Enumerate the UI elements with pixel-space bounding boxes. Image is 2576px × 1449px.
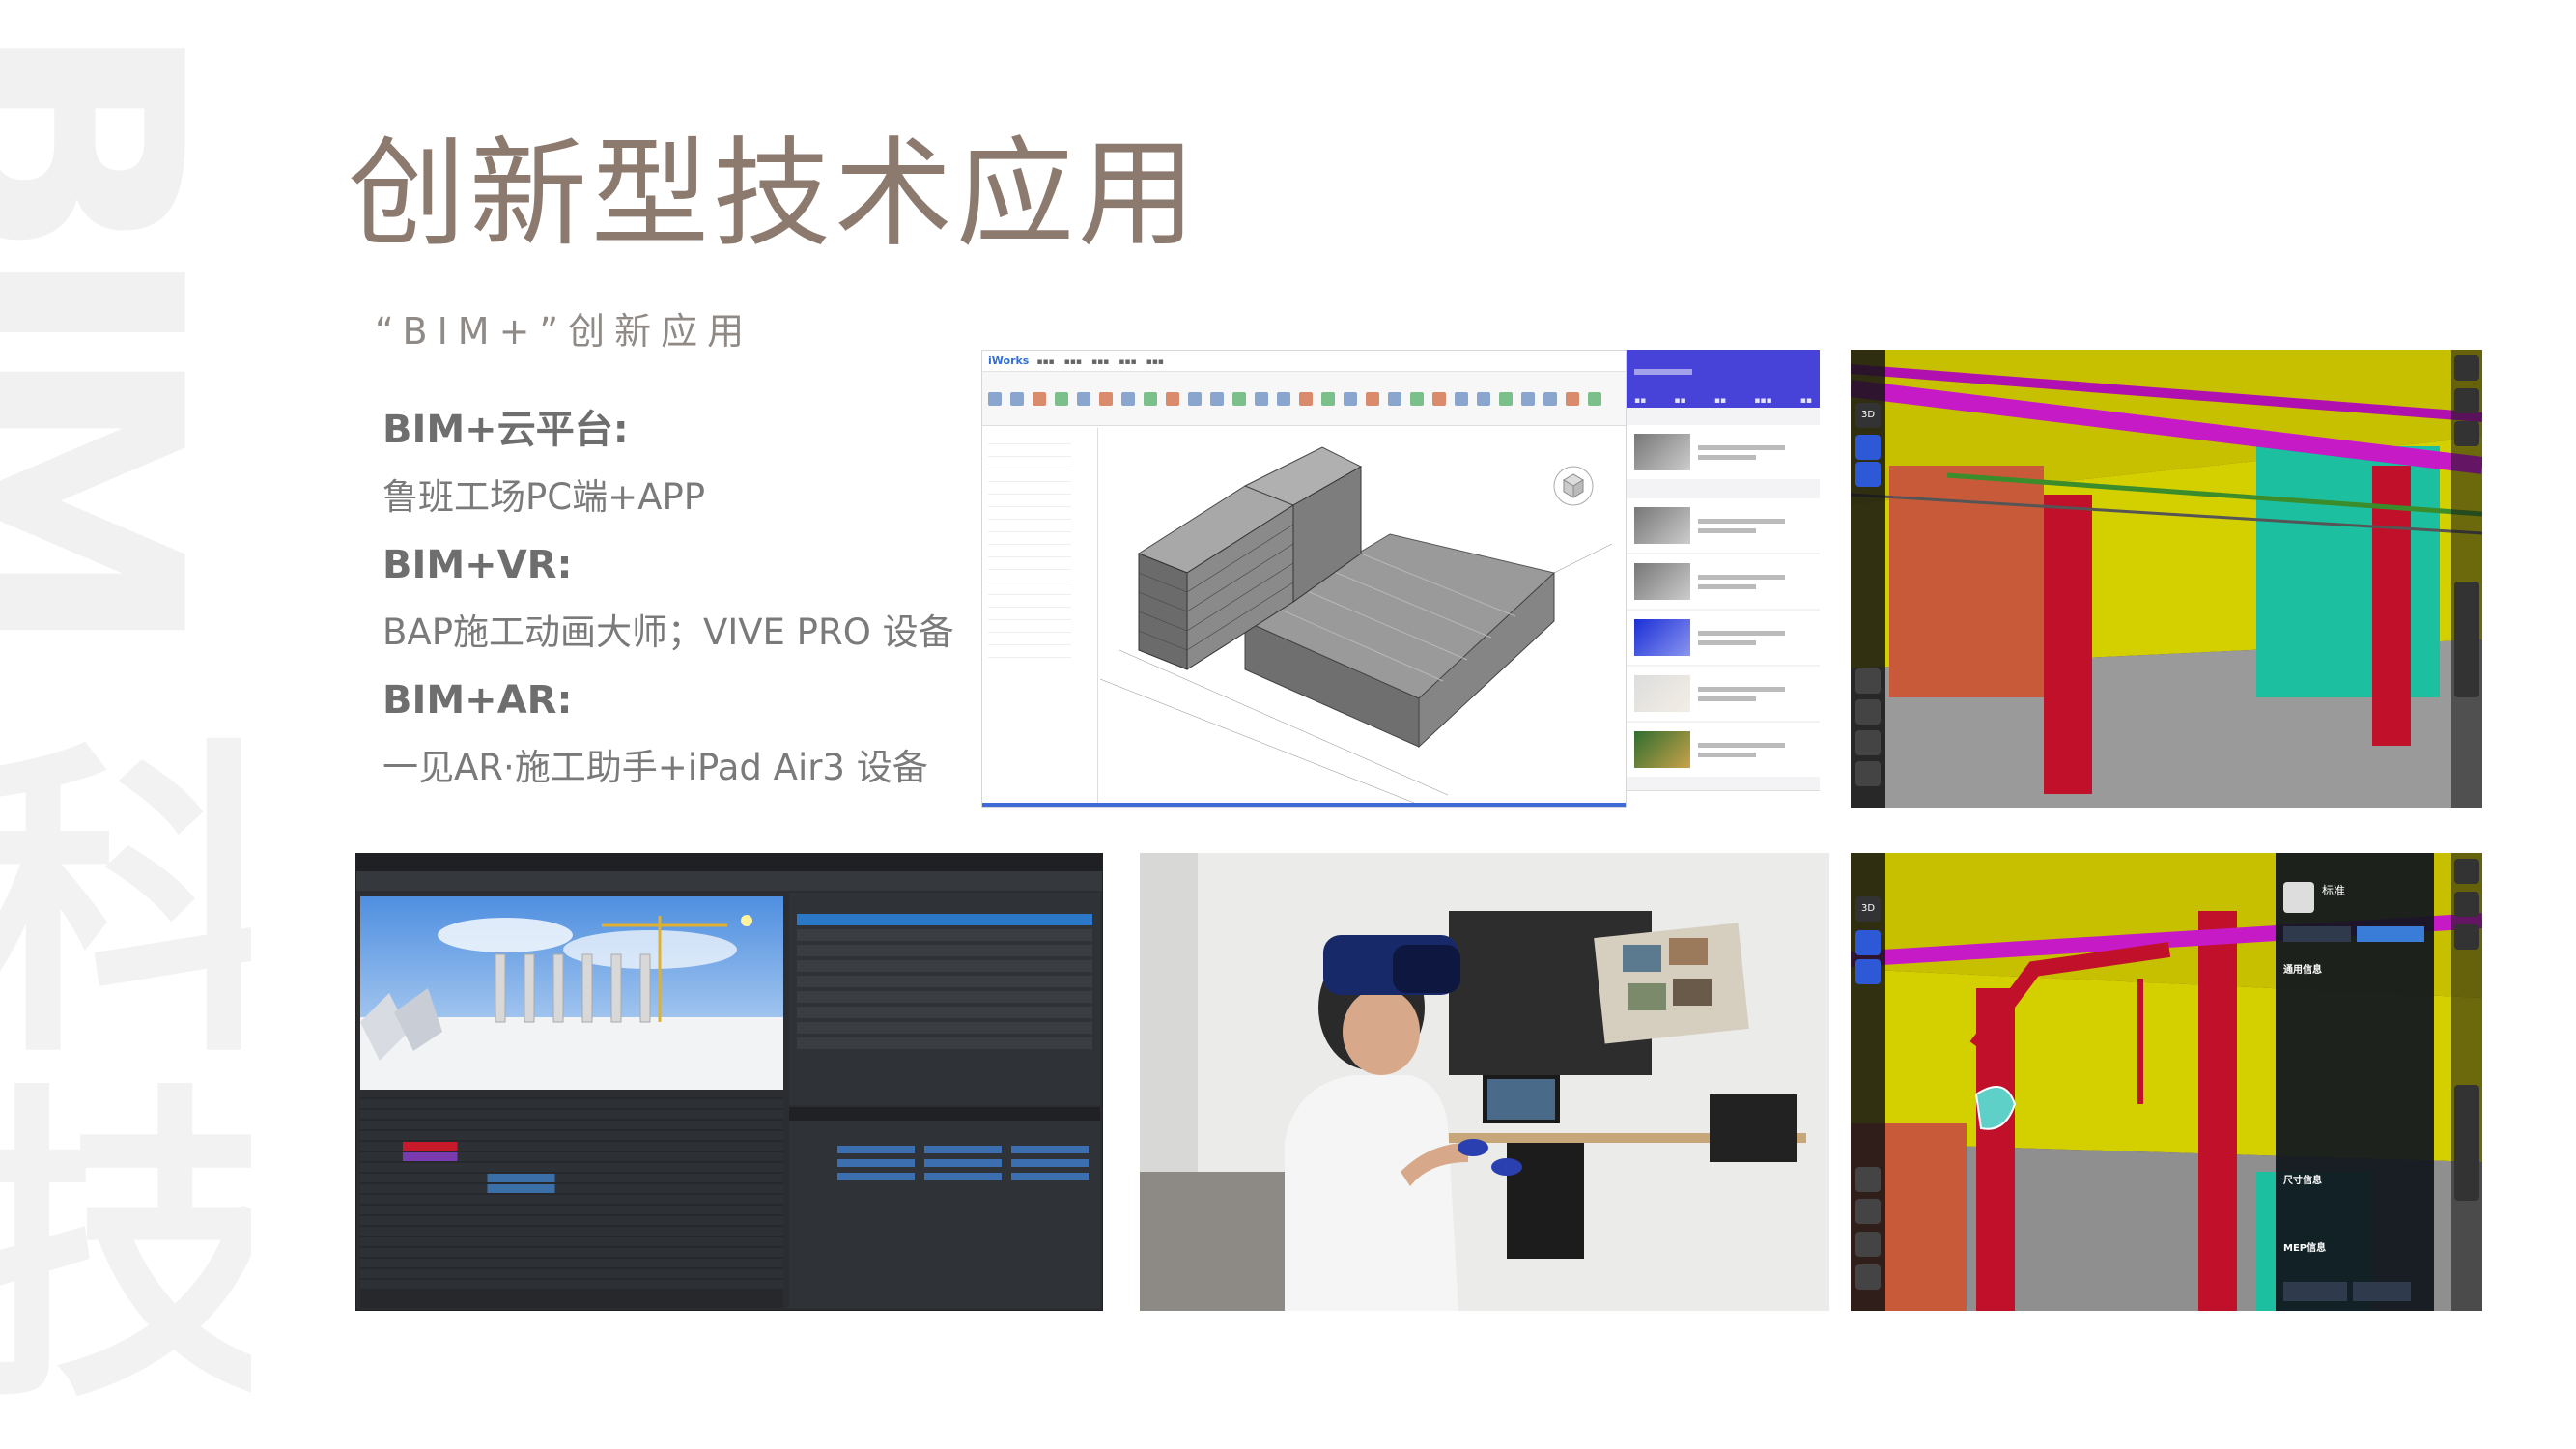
ar-3d-button-2[interactable]: 3D	[1855, 896, 1881, 922]
watermark-glyph: 科技	[0, 715, 251, 1442]
page-title: 创新型技术应用	[348, 126, 1200, 263]
ar-mode-button-4[interactable]	[1855, 959, 1881, 984]
app-section-recent	[1627, 408, 1820, 425]
ar-properties-panel: 标准 通用信息 尺寸信息 MEP信息	[2276, 853, 2434, 1311]
bap-menubar	[356, 854, 1102, 871]
camera-icon-2[interactable]	[1855, 1167, 1881, 1192]
app-bottom-bar	[1627, 790, 1820, 808]
ar-screenshot-with-panel: 3D 标准 通用信息 尺寸信息 MEP信息	[1851, 853, 2482, 1311]
bap-toolbar	[356, 871, 1102, 891]
component-thumbnail	[2283, 882, 2314, 913]
ar-slider-2[interactable]	[2454, 1085, 2479, 1201]
folder-icon-2[interactable]	[1855, 1232, 1881, 1257]
pc-titlebar: iWorks ▪▪▪ ▪▪▪ ▪▪▪ ▪▪▪ ▪▪▪	[982, 351, 1626, 372]
app-header: ▪▪ ▪▪ ▪▪ ▪▪▪ ▪▪	[1627, 350, 1820, 408]
feature-heading-ar: BIM+AR:	[382, 678, 573, 723]
ar-mode-button[interactable]	[1855, 435, 1881, 460]
bap-timeline-panel	[360, 1097, 783, 1308]
ar-screenshot-top: 3D	[1851, 350, 2482, 808]
bap-3d-viewport	[360, 896, 783, 1090]
feature-list: BIM+云平台: 鲁班工场PC端+APP BIM+VR: BAP施工动画大师；V…	[382, 396, 981, 802]
panel-title: 标准	[2322, 884, 2346, 897]
building-model-graphic	[1099, 446, 1613, 806]
panel-action-button-2[interactable]	[2353, 1282, 2411, 1301]
section-size: 尺寸信息	[2283, 1176, 2322, 1186]
pc-building-model-view	[1099, 428, 1626, 806]
page-subtitle: “BIM+”创新应用	[375, 310, 754, 353]
view-cube-icon	[1553, 466, 1594, 506]
section-general: 通用信息	[2283, 965, 2322, 976]
panel-tab-active[interactable]	[2357, 926, 2424, 942]
layers-icon-2[interactable]	[2454, 924, 2479, 950]
location-icon-2[interactable]	[2454, 859, 2479, 884]
feature-heading-cloud: BIM+云平台:	[382, 408, 629, 452]
mobile-app-screenshot: ▪▪ ▪▪ ▪▪ ▪▪▪ ▪▪	[1627, 350, 1820, 808]
ar-slider[interactable]	[2454, 582, 2479, 697]
ar-mode-button-2[interactable]	[1855, 462, 1881, 487]
feature-desc-vr: BAP施工动画大师；VIVE PRO 设备	[382, 611, 954, 653]
ar-mode-button-3[interactable]	[1855, 930, 1881, 955]
ar-scene-graphic	[1851, 350, 2482, 808]
bap-properties-panel	[789, 893, 1100, 1105]
layers-icon[interactable]	[2454, 421, 2479, 446]
bap-scene-graphic	[360, 896, 783, 1090]
panel-tab[interactable]	[2283, 926, 2351, 942]
app-list-item	[1627, 723, 1820, 777]
app-list-item	[1627, 611, 1820, 665]
app-list-item	[1627, 554, 1820, 609]
pc-menu: ▪▪▪ ▪▪▪ ▪▪▪ ▪▪▪ ▪▪▪	[1036, 357, 1164, 367]
map-icon-2[interactable]	[1855, 1264, 1881, 1290]
app-section-files	[1627, 481, 1820, 498]
section-mep: MEP信息	[2283, 1243, 2327, 1254]
ar-right-toolbar-2	[2451, 853, 2482, 1311]
location-icon[interactable]	[2454, 355, 2479, 381]
folder-icon[interactable]	[1855, 730, 1881, 755]
pc-software-screenshot: iWorks ▪▪▪ ▪▪▪ ▪▪▪ ▪▪▪ ▪▪▪	[981, 350, 1627, 808]
vr-headset-photo	[1140, 853, 1829, 1311]
bap-animation-software-screenshot	[355, 853, 1103, 1311]
measure-icon-2[interactable]	[1855, 1199, 1881, 1224]
pc-statusbar	[982, 803, 1626, 807]
feature-desc-ar: 一见AR·施工助手+iPad Air3 设备	[382, 747, 928, 788]
pc-logo: iWorks	[988, 355, 1030, 367]
app-list-item	[1627, 425, 1820, 479]
watermark-bim-text: BIM	[0, 19, 248, 640]
ar-3d-button[interactable]: 3D	[1855, 403, 1881, 428]
pc-ribbon-toolbar	[982, 372, 1626, 426]
map-icon[interactable]	[1855, 761, 1881, 786]
document-icon-2[interactable]	[2454, 892, 2479, 917]
bap-detail-panel	[789, 1107, 1100, 1308]
measure-icon[interactable]	[1855, 699, 1881, 724]
background-watermark: BIM 科技	[0, 0, 251, 1449]
ar-left-toolbar-2: 3D	[1851, 853, 1885, 1311]
vr-photo-graphic	[1140, 853, 1829, 1311]
feature-heading-vr: BIM+VR:	[382, 543, 573, 587]
camera-icon[interactable]	[1855, 668, 1881, 694]
document-icon[interactable]	[2454, 388, 2479, 413]
bap-detail-graphic	[789, 1107, 1100, 1180]
panel-action-button[interactable]	[2283, 1282, 2347, 1301]
app-list-item	[1627, 498, 1820, 553]
feature-desc-cloud: 鲁班工场PC端+APP	[382, 476, 706, 518]
ar-right-toolbar	[2451, 350, 2482, 808]
app-list-item	[1627, 667, 1820, 721]
ar-left-toolbar: 3D	[1851, 350, 1885, 808]
pc-model-tree	[982, 428, 1098, 807]
